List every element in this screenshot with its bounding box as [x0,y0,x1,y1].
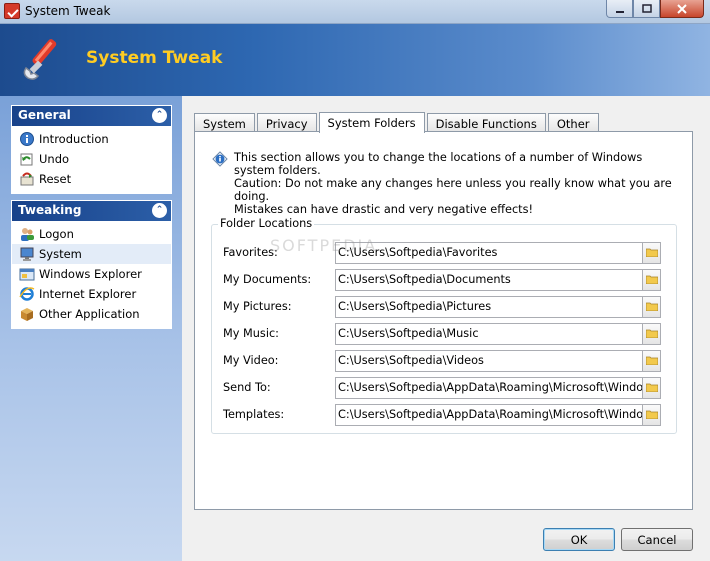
cancel-button[interactable]: Cancel [621,528,693,551]
collapse-icon[interactable]: ⌃ [152,203,167,218]
title-bar: System Tweak [0,0,710,24]
folder-icon [645,274,658,287]
folder-row-my-documents: My Documents: C:\Users\Softpedia\Documen… [223,269,669,291]
tab-system-folders[interactable]: System Folders [318,112,425,133]
system-folders-panel: This section allows you to change the lo… [194,131,693,510]
wrench-logo-icon [23,39,57,80]
collapse-icon[interactable]: ⌃ [152,108,167,123]
browse-button[interactable] [643,269,661,291]
window-title: System Tweak [25,4,111,18]
sidebar-item-introduction[interactable]: Introduction [12,129,171,149]
info-line: This section allows you to change the lo… [234,151,643,177]
tab-privacy[interactable]: Privacy [256,113,317,132]
group-general: General ⌃ Introduction Undo Reset [11,105,172,194]
users-icon [19,226,35,242]
folder-label: My Pictures: [223,300,292,313]
folder-icon [645,301,658,314]
folder-row-send-to: Send To: C:\Users\Softpedia\AppData\Roam… [223,377,669,399]
sidebar-item-label: Reset [39,172,72,186]
main-panel: System Privacy System Folders Disable Fu… [182,96,710,561]
my-pictures-path-field[interactable]: C:\Users\Softpedia\Pictures [335,296,643,318]
my-music-path-field[interactable]: C:\Users\Softpedia\Music [335,323,643,345]
my-documents-path-field[interactable]: C:\Users\Softpedia\Documents [335,269,643,291]
sidebar-item-label: Introduction [39,132,109,146]
browse-button[interactable] [643,377,661,399]
favorites-path-field[interactable]: C:\Users\Softpedia\Favorites [335,242,643,264]
folder-icon [645,247,658,260]
browse-button[interactable] [643,350,661,372]
sidebar-item-label: System [39,247,82,261]
tab-system[interactable]: System [194,113,255,132]
folder-row-my-music: My Music: C:\Users\Softpedia\Music [223,323,669,345]
info-line: Caution: Do not make any changes here un… [234,177,672,203]
sidebar: General ⌃ Introduction Undo Reset Tweaki… [0,96,182,561]
templates-path-field[interactable]: C:\Users\Softpedia\AppData\Roaming\Micro… [335,404,643,426]
sidebar-item-undo[interactable]: Undo [12,149,171,169]
folder-label: Send To: [223,381,271,394]
tab-disable-functions[interactable]: Disable Functions [426,113,546,132]
explorer-icon [19,266,35,282]
folder-icon [645,382,658,395]
box-icon [19,306,35,322]
sidebar-item-label: Undo [39,152,70,166]
folder-icon [645,409,658,422]
browse-button[interactable] [643,404,661,426]
computer-icon [19,246,35,262]
close-icon [677,3,687,14]
sidebar-item-internet-explorer[interactable]: Internet Explorer [12,284,171,304]
folder-icon [645,328,658,341]
sidebar-item-logon[interactable]: Logon [12,224,171,244]
folder-label: Templates: [223,408,285,421]
folder-row-my-pictures: My Pictures: C:\Users\Softpedia\Pictures [223,296,669,318]
folder-label: My Video: [223,354,279,367]
ok-button[interactable]: OK [543,528,615,551]
browse-button[interactable] [643,296,661,318]
maximize-button[interactable] [633,0,660,18]
group-header-general[interactable]: General ⌃ [12,106,171,126]
browse-button[interactable] [643,242,661,264]
sidebar-item-other-application[interactable]: Other Application [12,304,171,324]
folder-locations-group: Folder Locations Favorites: C:\Users\Sof… [211,217,677,434]
app-icon[interactable] [4,3,20,19]
send-to-path-field[interactable]: C:\Users\Softpedia\AppData\Roaming\Micro… [335,377,643,399]
info-icon [212,151,228,167]
info-icon [19,131,35,147]
app-header: System Tweak [0,24,710,96]
group-header-tweaking[interactable]: Tweaking ⌃ [12,201,171,221]
info-line: Mistakes can have drastic and very negat… [234,203,534,216]
sidebar-item-label: Internet Explorer [39,287,137,301]
group-title: Tweaking [18,203,82,217]
window-controls [606,0,704,18]
undo-icon [19,151,35,167]
sidebar-item-label: Other Application [39,307,140,321]
my-video-path-field[interactable]: C:\Users\Softpedia\Videos [335,350,643,372]
info-message: This section allows you to change the lo… [212,151,672,216]
sidebar-item-label: Windows Explorer [39,267,142,281]
watermark: SOFTPEDIA [270,236,378,255]
folder-row-templates: Templates: C:\Users\Softpedia\AppData\Ro… [223,404,669,426]
tab-strip: System Privacy System Folders Disable Fu… [194,111,601,133]
reset-icon [19,171,35,187]
folder-locations-legend: Folder Locations [218,217,315,230]
folder-label: My Documents: [223,273,312,286]
sidebar-item-reset[interactable]: Reset [12,169,171,189]
sidebar-item-windows-explorer[interactable]: Windows Explorer [12,264,171,284]
group-tweaking: Tweaking ⌃ Logon System Windows Explorer… [11,200,172,329]
minimize-button[interactable] [606,0,633,18]
group-title: General [18,108,71,122]
maximize-icon [641,3,652,13]
sidebar-item-label: Logon [39,227,74,241]
tab-other[interactable]: Other [547,113,599,132]
minimize-icon [615,10,624,13]
folder-icon [645,355,658,368]
browse-button[interactable] [643,323,661,345]
ie-icon [19,286,35,302]
folder-row-my-video: My Video: C:\Users\Softpedia\Videos [223,350,669,372]
close-button[interactable] [660,0,704,18]
sidebar-item-system[interactable]: System [12,244,171,264]
folder-label: My Music: [223,327,279,340]
header-title: System Tweak [86,48,223,68]
